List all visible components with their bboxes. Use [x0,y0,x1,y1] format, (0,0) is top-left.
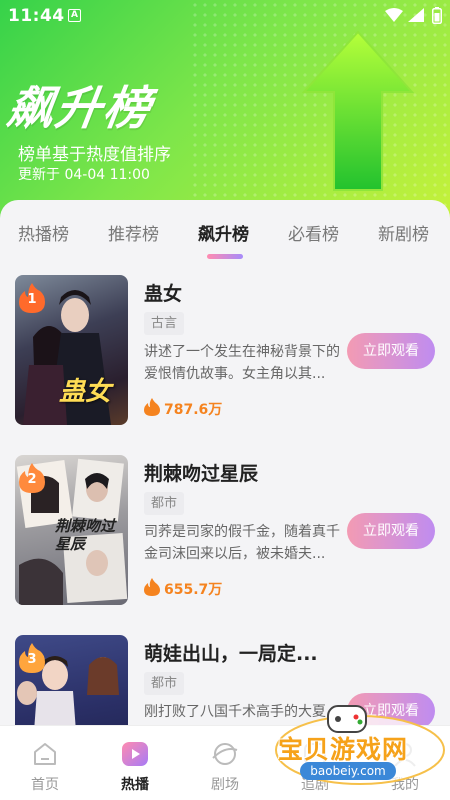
watch-now-button[interactable]: 立即观看 [347,513,435,549]
rank-number: 2 [27,472,37,487]
tab-must-watch[interactable]: 必看榜 [288,220,339,245]
wifi-icon [385,8,403,22]
drama-card[interactable]: 荆棘吻过星辰 2 荆棘吻过星辰 都市 司荞是司家的假千金，随着真千金司沫回来以后… [15,455,435,607]
nav-label: 热播 [121,777,149,793]
drama-poster[interactable]: 蛊女 1 [15,275,128,425]
rank-badge: 1 [19,283,45,313]
genre-tag: 都市 [144,672,185,695]
battery-icon [432,7,442,24]
drama-description: 司荞是司家的假千金，随着真千金司沫回来以后，被未婚夫... [144,524,340,562]
update-time: 更新于 04-04 11:00 [18,167,150,183]
poster-title-text: 荆棘吻过星辰 [55,517,116,553]
drama-title[interactable]: 萌娃出山，一局定... [144,639,318,666]
drama-title[interactable]: 蛊女 [144,279,182,306]
rank-badge: 3 [19,643,45,673]
status-bar: 11:44 A [0,0,450,32]
poster-title-text: 蛊女 [59,377,112,407]
status-time: 11:44 [8,6,65,26]
fire-icon [144,398,160,416]
nav-home[interactable]: 首页 [0,726,90,800]
drama-title[interactable]: 荆棘吻过星辰 [144,459,258,486]
nav-label: 首页 [31,777,59,793]
signal-icon [408,8,424,22]
ranking-panel: 热播榜 推荐榜 飙升榜 必看榜 新剧榜 蛊女 1 蛊女 古言 讲述了一个发生在神… [0,200,450,730]
nav-label: 剧场 [211,777,239,793]
page-title: 飙升榜 [3,81,156,135]
active-tab-indicator [207,254,243,259]
watermark-url: baobeiy.com [300,762,396,780]
watermark-text: 宝贝游戏网 [278,735,409,764]
genre-tag: 古言 [144,312,185,335]
rising-arrow-icon [302,30,414,191]
heat-value: 655.7万 [164,582,223,598]
fire-icon [144,578,160,596]
tab-new[interactable]: 新剧榜 [378,220,429,245]
drama-description: 讲述了一个发生在神秘背景下的爱恨情仇故事。女主角以其... [144,344,340,382]
watch-now-button[interactable]: 立即观看 [347,333,435,369]
tab-rising[interactable]: 飙升榜 [198,220,249,245]
hero-banner: 11:44 A 飙升榜 榜单基于热度值排序 更新于 04-04 11:00 [0,0,450,230]
home-icon [34,743,56,765]
play-icon [122,742,148,766]
drama-poster[interactable]: 3 [15,635,128,730]
rank-number: 3 [27,652,37,667]
tab-recommend[interactable]: 推荐榜 [108,220,159,245]
drama-card[interactable]: 蛊女 1 蛊女 古言 讲述了一个发生在神秘背景下的爱恨情仇故事。女主角以其...… [15,275,435,427]
rank-number: 1 [27,292,37,307]
app-notification-icon: A [68,9,81,22]
theater-icon [212,743,238,765]
nav-theater[interactable]: 剧场 [180,726,270,800]
heat-value: 787.6万 [164,402,223,418]
site-watermark: 宝贝游戏网 baobeiy.com [272,700,448,792]
drama-poster[interactable]: 荆棘吻过星辰 2 [15,455,128,605]
genre-tag: 都市 [144,492,185,515]
ranking-subtitle: 榜单基于热度值排序 [18,145,171,165]
rank-badge: 2 [19,463,45,493]
nav-hot-play[interactable]: 热播 [90,726,180,800]
ranking-tabs: 热播榜 推荐榜 飙升榜 必看榜 新剧榜 [0,200,450,262]
tab-hot[interactable]: 热播榜 [18,220,69,245]
